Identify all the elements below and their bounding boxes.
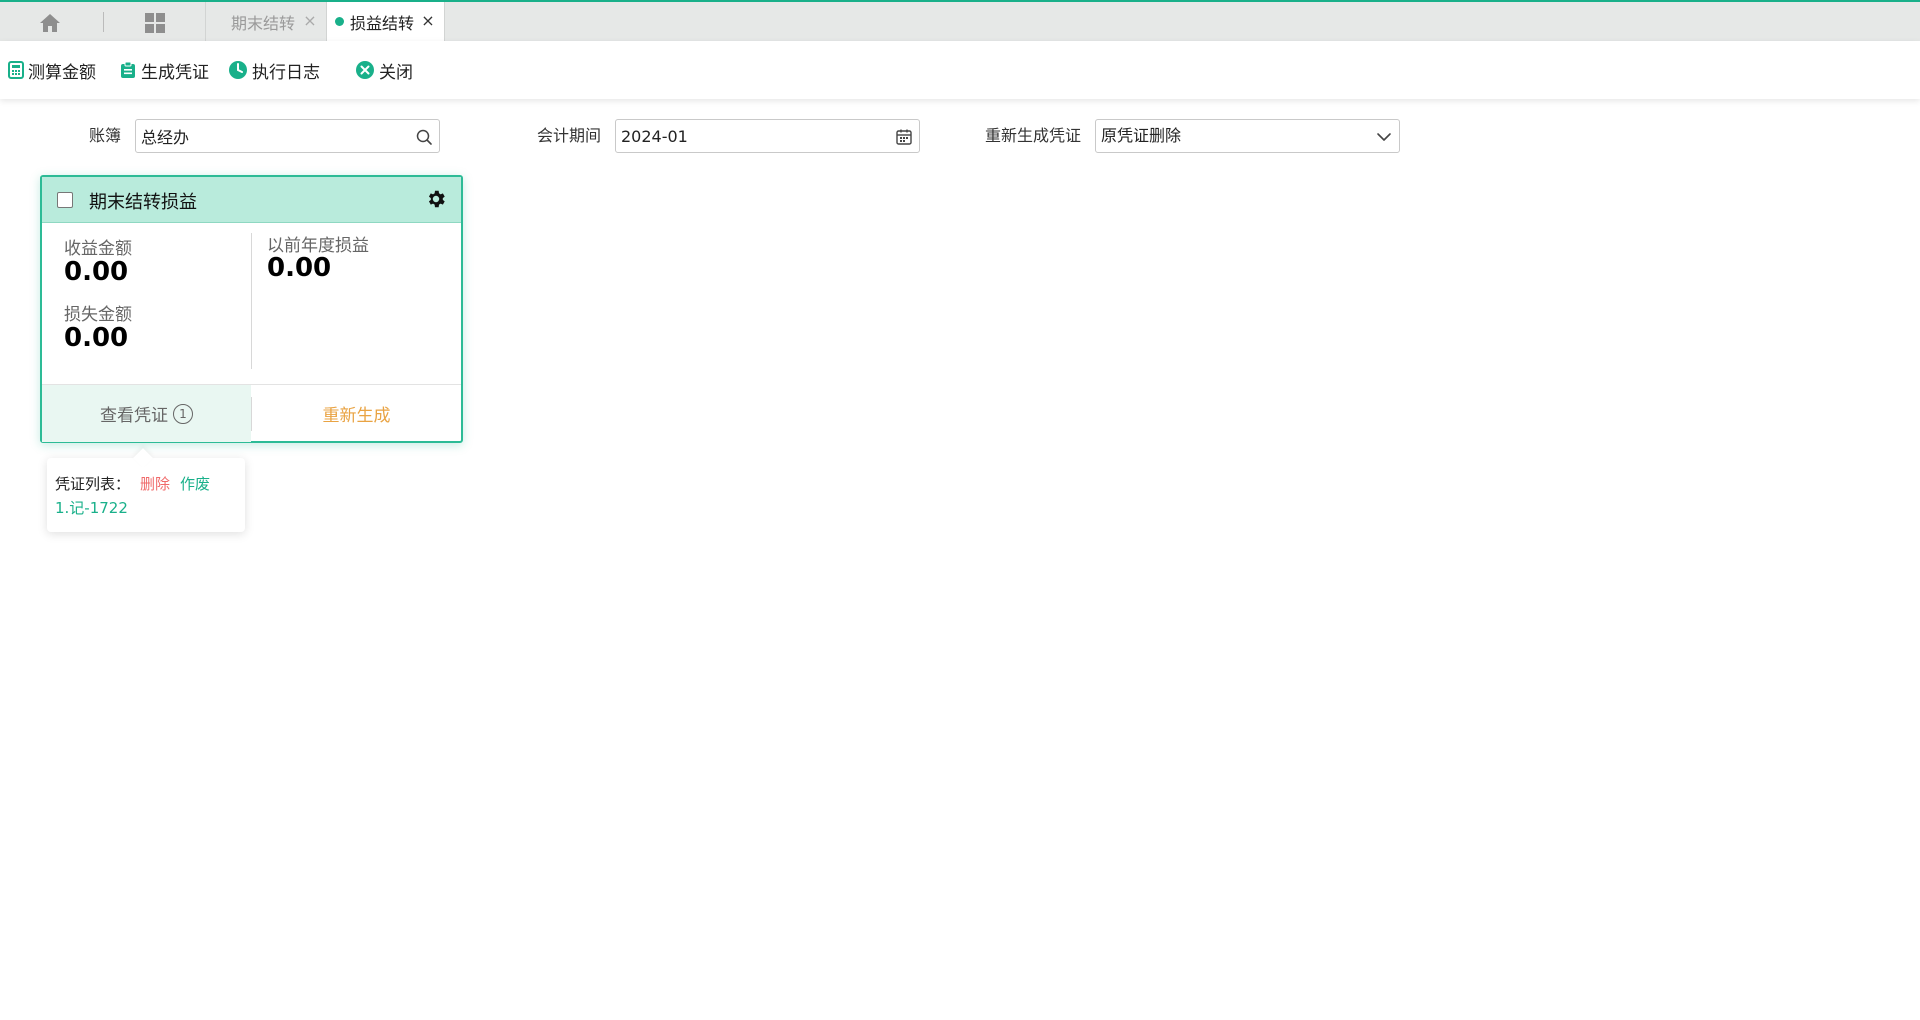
loss-amount-value: 0.00 bbox=[64, 323, 129, 353]
search-icon[interactable] bbox=[415, 128, 433, 146]
close-button[interactable]: 关闭 bbox=[355, 57, 413, 83]
tab-label: 期末结转 bbox=[231, 13, 296, 33]
apps-grid-icon[interactable] bbox=[138, 10, 172, 36]
income-amount-label: 收益金额 bbox=[64, 239, 132, 259]
delete-voucher-link[interactable]: 删除 bbox=[140, 473, 170, 494]
voucher-link[interactable]: 1.记-1722 bbox=[55, 497, 128, 518]
tab-label: 损益结转 bbox=[350, 13, 415, 33]
pl-transfer-card: 期末结转损益 收益金额 0.00 损失金额 0.00 以前年度损益 0.00 查… bbox=[40, 175, 463, 443]
ledger-label: 账簿 bbox=[89, 126, 122, 145]
ledger-input[interactable] bbox=[136, 120, 384, 152]
tab-period-end-transfer[interactable]: 期末结转 × bbox=[205, 2, 327, 41]
period-input[interactable] bbox=[616, 120, 864, 152]
view-voucher-label: 查看凭证 bbox=[100, 406, 168, 426]
calculator-icon bbox=[8, 61, 24, 79]
chevron-down-icon[interactable] bbox=[1375, 128, 1393, 146]
voucher-list-label: 凭证列表： bbox=[55, 475, 131, 493]
card-title: 期末结转损益 bbox=[89, 192, 197, 213]
ledger-field[interactable] bbox=[135, 119, 440, 153]
card-footer: 查看凭证 1 重新生成 bbox=[42, 384, 461, 442]
calculate-amount-button[interactable]: 测算金额 bbox=[8, 57, 96, 83]
active-dot-icon bbox=[335, 17, 344, 26]
execution-log-label: 执行日志 bbox=[252, 62, 320, 83]
voucher-list-popover: 凭证列表： 删除 作废 1.记-1722 bbox=[47, 448, 245, 532]
card-header: 期末结转损益 bbox=[42, 177, 461, 223]
close-label: 关闭 bbox=[379, 62, 413, 83]
void-voucher-link[interactable]: 作废 bbox=[180, 473, 210, 494]
clipboard-icon bbox=[121, 61, 135, 78]
close-icon[interactable]: × bbox=[302, 13, 318, 29]
regenerate-voucher-label: 重新生成凭证 bbox=[985, 126, 1082, 145]
close-circle-icon bbox=[356, 61, 374, 79]
regenerate-label: 重新生成 bbox=[322, 406, 391, 426]
calculate-amount-label: 测算金额 bbox=[28, 62, 96, 83]
generate-voucher-label: 生成凭证 bbox=[141, 62, 209, 83]
execution-log-button[interactable]: 执行日志 bbox=[228, 57, 320, 83]
card-checkbox[interactable] bbox=[57, 192, 73, 208]
income-amount-value: 0.00 bbox=[64, 257, 129, 287]
period-field[interactable] bbox=[615, 119, 920, 153]
popover-arrow bbox=[133, 448, 153, 468]
regenerate-mode-value: 原凭证删除 bbox=[1101, 126, 1182, 145]
regenerate-button[interactable]: 重新生成 bbox=[252, 385, 461, 442]
tab-pl-transfer[interactable]: 损益结转 × bbox=[327, 2, 445, 41]
tab-bar: 期末结转 × 损益结转 × bbox=[0, 0, 1920, 41]
voucher-count-badge: 1 bbox=[173, 403, 193, 424]
period-label: 会计期间 bbox=[537, 126, 602, 145]
generate-voucher-button[interactable]: 生成凭证 bbox=[119, 57, 209, 83]
view-voucher-button[interactable]: 查看凭证 1 bbox=[42, 385, 251, 442]
close-icon[interactable]: × bbox=[420, 13, 436, 29]
card-divider bbox=[251, 233, 252, 369]
clock-icon bbox=[229, 61, 247, 79]
tab-divider bbox=[103, 12, 104, 32]
regenerate-mode-select[interactable]: 原凭证删除 bbox=[1095, 119, 1400, 153]
home-icon[interactable] bbox=[30, 10, 70, 36]
gear-icon[interactable] bbox=[425, 188, 447, 210]
toolbar: 测算金额 生成凭证 执行日志 关闭 bbox=[0, 41, 1920, 99]
prior-year-pl-value: 0.00 bbox=[267, 253, 332, 283]
loss-amount-label: 损失金额 bbox=[64, 305, 132, 325]
calendar-icon[interactable] bbox=[895, 128, 913, 146]
